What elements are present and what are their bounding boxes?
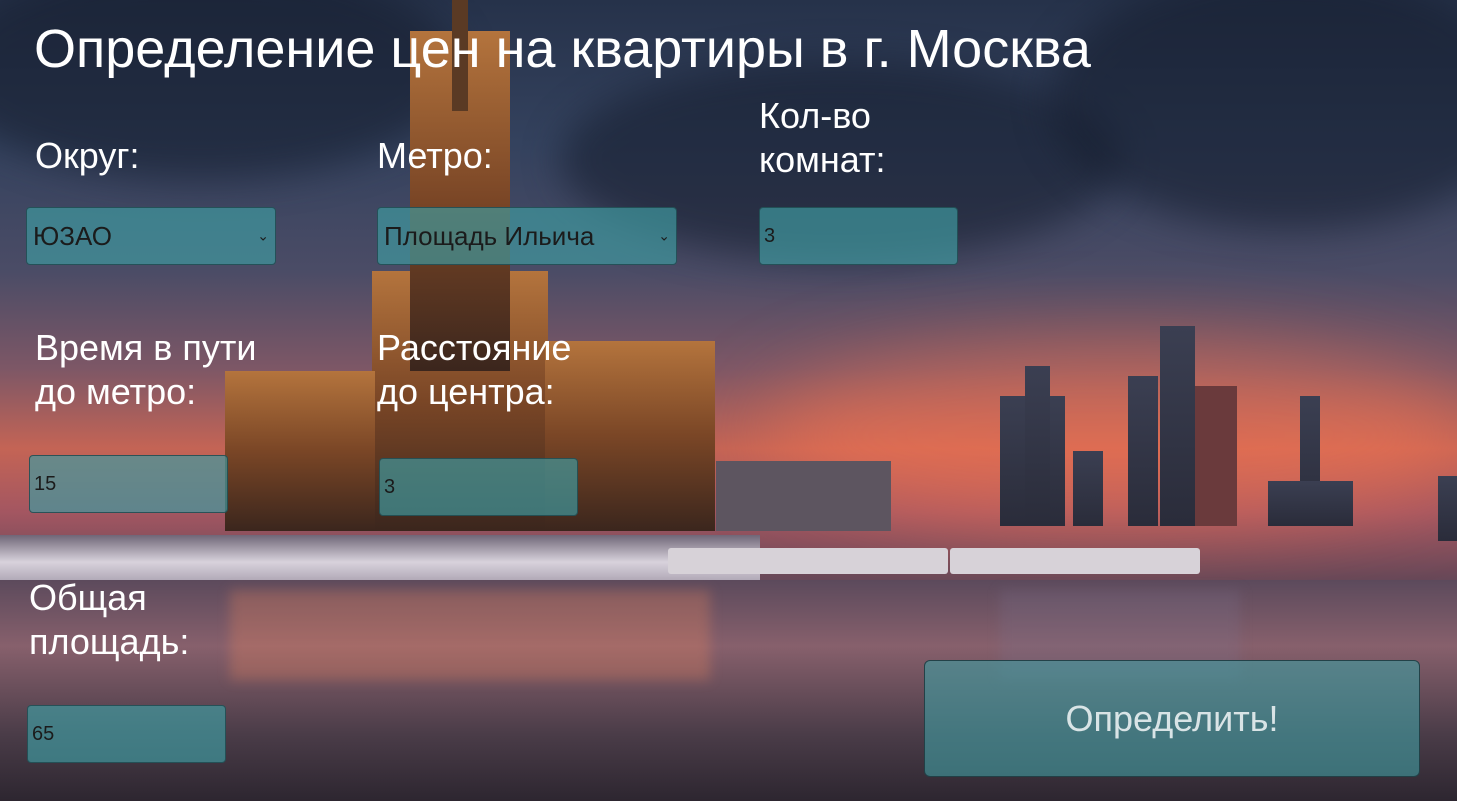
- submit-button[interactable]: Определить!: [924, 660, 1420, 777]
- rooms-label-line2: комнат:: [759, 139, 886, 180]
- district-select[interactable]: ЮЗАО ⌄: [26, 207, 276, 265]
- metro-select[interactable]: Площадь Ильича ⌄: [377, 207, 677, 265]
- chevron-down-icon: ⌄: [257, 227, 269, 244]
- metro-label: Метро:: [377, 135, 493, 176]
- page-title: Определение цен на квартиры в г. Москва: [34, 19, 1091, 79]
- chevron-down-icon: ⌄: [658, 227, 670, 244]
- time-to-metro-input[interactable]: [29, 455, 228, 513]
- rooms-label: Кол-во комнат:: [759, 94, 886, 182]
- rooms-label-line1: Кол-во: [759, 95, 871, 136]
- time-to-metro-label-line1: Время в пути: [35, 327, 257, 368]
- distance-to-center-label-line1: Расстояние: [377, 327, 572, 368]
- time-to-metro-label: Время в пути до метро:: [35, 326, 257, 414]
- district-label: Округ:: [35, 135, 140, 176]
- distance-to-center-label: Расстояние до центра:: [377, 326, 571, 414]
- time-to-metro-label-line2: до метро:: [35, 371, 197, 412]
- rooms-input[interactable]: [759, 207, 958, 265]
- total-area-input[interactable]: [27, 705, 226, 763]
- distance-to-center-label-line2: до центра:: [377, 371, 555, 412]
- distance-to-center-input[interactable]: [379, 458, 578, 516]
- district-select-value: ЮЗАО: [33, 220, 112, 251]
- metro-select-value: Площадь Ильича: [384, 220, 595, 251]
- total-area-label-line2: площадь:: [29, 621, 190, 662]
- total-area-label: Общая площадь:: [29, 576, 189, 664]
- total-area-label-line1: Общая: [29, 577, 147, 618]
